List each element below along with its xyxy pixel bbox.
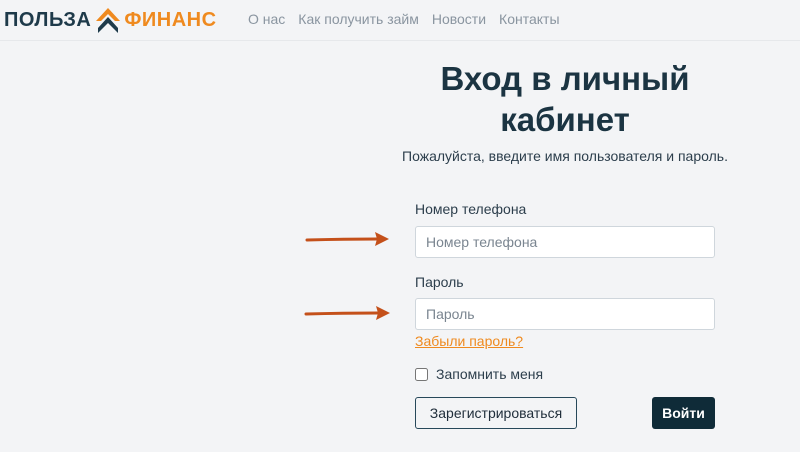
main-nav: О нас Как получить займ Новости Контакты [248, 11, 573, 27]
phone-label: Номер телефона [415, 201, 527, 217]
brand-name-right: ФИНАНС [124, 8, 217, 31]
remember-me-label: Запомнить меня [436, 366, 544, 382]
nav-item-about[interactable]: О нас [248, 11, 285, 27]
login-subtitle: Пожалуйста, введите имя пользователя и п… [402, 148, 728, 164]
right-arrow-icon [304, 306, 390, 320]
brand-name-left: ПОЛЬЗА [4, 8, 92, 31]
remember-me-row[interactable]: Запомнить меня [415, 366, 543, 382]
top-navbar: ПОЛЬЗА ФИНАНС О нас Как получить займ Но… [0, 0, 800, 41]
remember-me-checkbox[interactable] [415, 367, 428, 381]
nav-item-how-to-get-loan[interactable]: Как получить займ [298, 11, 419, 27]
password-input[interactable] [415, 298, 715, 330]
page-title: Вход в личный кабинет [440, 60, 690, 138]
nav-item-news[interactable]: Новости [432, 11, 486, 27]
right-arrow-icon [305, 232, 389, 246]
forgot-password-link[interactable]: Забыли пароль? [415, 333, 523, 349]
double-chevron-up-logo-icon [96, 8, 121, 33]
brand-logo-link[interactable]: ПОЛЬЗА ФИНАНС [4, 6, 217, 34]
register-button[interactable]: Зарегистрироваться [415, 397, 577, 429]
nav-item-contacts[interactable]: Контакты [499, 11, 559, 27]
password-label: Пароль [415, 274, 464, 290]
phone-input[interactable] [415, 226, 715, 258]
login-button[interactable]: Войти [652, 397, 715, 429]
